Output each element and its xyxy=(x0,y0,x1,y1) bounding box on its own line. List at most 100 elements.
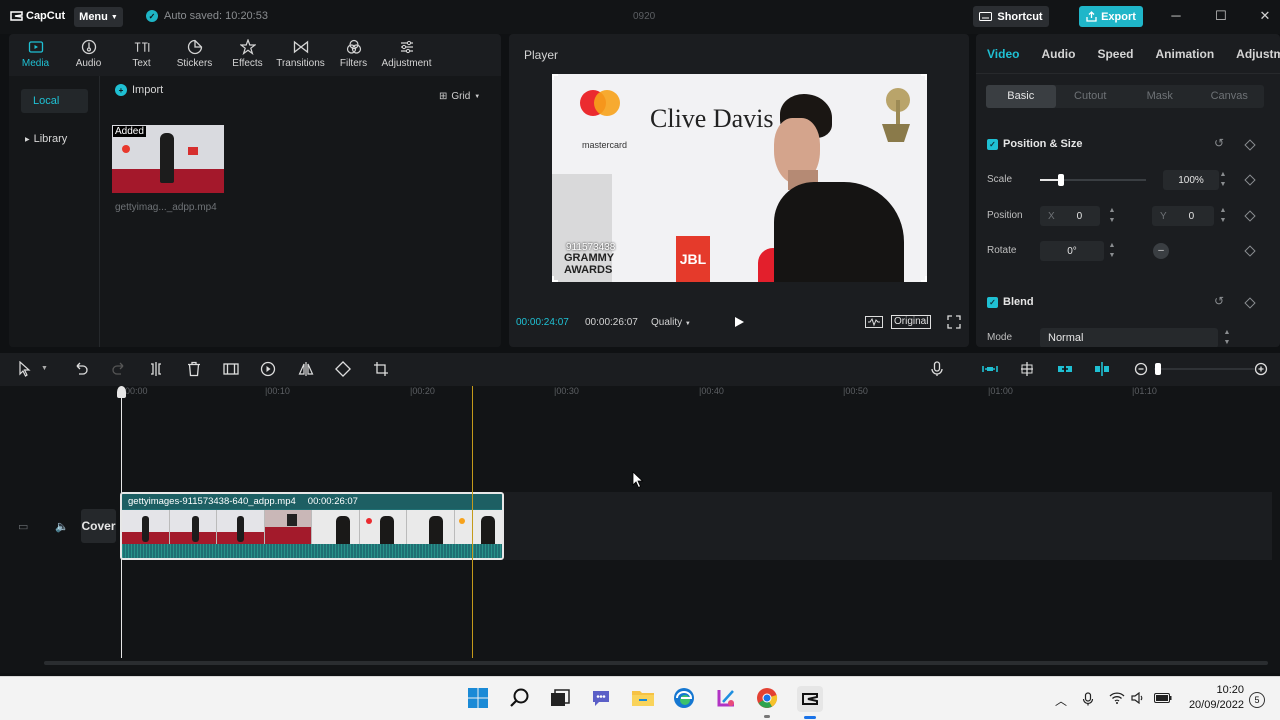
playhead-handle[interactable] xyxy=(117,386,126,398)
track-lock-icon[interactable]: ▭ xyxy=(18,520,28,533)
tool-stickers[interactable]: Stickers xyxy=(168,34,221,74)
capcut-taskbar-icon[interactable] xyxy=(797,686,823,719)
microphone-tray-icon[interactable] xyxy=(1082,692,1094,709)
view-toggle[interactable]: ⊞ Grid ▼ xyxy=(439,91,480,102)
reset-icon[interactable]: ↺ xyxy=(1214,294,1224,308)
scale-slider-knob[interactable] xyxy=(1058,174,1065,186)
video-preview[interactable]: mastercard Clive Davis GRAMMY AWARDS JBL… xyxy=(552,74,927,282)
subtab-canvas[interactable]: Canvas xyxy=(1195,85,1265,108)
sidebar-item-local[interactable]: Local xyxy=(21,89,88,113)
freeze-button[interactable] xyxy=(223,361,239,377)
reset-icon[interactable]: ↺ xyxy=(1214,136,1224,150)
project-name[interactable]: 0920 xyxy=(633,11,655,22)
volume-icon[interactable] xyxy=(1131,691,1145,707)
tool-text[interactable]: Text xyxy=(115,34,168,74)
tab-audio[interactable]: Audio xyxy=(1030,34,1086,73)
tool-audio[interactable]: Audio xyxy=(62,34,115,74)
main-track-magnet-button[interactable] xyxy=(982,361,998,377)
taskbar-clock[interactable]: 10:20 20/09/2022 xyxy=(1184,683,1244,713)
zoom-slider-knob[interactable] xyxy=(1155,363,1161,375)
keyframe-icon[interactable] xyxy=(1244,139,1256,151)
scale-slider[interactable] xyxy=(1040,174,1146,186)
crop-button[interactable] xyxy=(373,361,389,377)
split-button[interactable] xyxy=(148,361,164,377)
track-volume-icon[interactable]: 🔈 xyxy=(55,520,69,533)
mode-chevron-icon[interactable]: ▲ ▼ xyxy=(1222,328,1232,347)
keyframe-icon[interactable] xyxy=(1244,174,1256,186)
chevron-down-icon[interactable]: ▼ xyxy=(41,365,48,372)
position-y-input[interactable]: Y 0 xyxy=(1152,206,1214,226)
tab-adjustment[interactable]: Adjustm xyxy=(1225,34,1280,73)
edge-browser-icon[interactable] xyxy=(673,687,697,711)
tool-filters[interactable]: Filters xyxy=(327,34,380,74)
timeline-scrollbar[interactable] xyxy=(44,661,1268,665)
subtab-mask[interactable]: Mask xyxy=(1125,85,1195,108)
menu-button[interactable]: Menu ▼ xyxy=(74,7,123,27)
file-explorer-icon[interactable] xyxy=(631,687,655,711)
keyframe-icon[interactable] xyxy=(1244,245,1256,257)
tool-transitions[interactable]: Transitions xyxy=(274,34,327,74)
rotate-stepper[interactable]: ▲ ▼ xyxy=(1107,241,1117,261)
sidebar-item-library[interactable]: ▶ Library xyxy=(21,127,88,151)
zoom-in-button[interactable] xyxy=(1253,361,1269,377)
teams-chat-icon[interactable] xyxy=(590,687,614,711)
windows-start-icon[interactable] xyxy=(467,687,491,711)
tab-animation[interactable]: Animation xyxy=(1144,34,1225,73)
scale-stepper[interactable]: ▲ ▼ xyxy=(1218,170,1228,190)
position-size-section[interactable]: ✓ Position & Size xyxy=(987,138,1082,150)
tool-effects[interactable]: Effects xyxy=(221,34,274,74)
zoom-out-button[interactable] xyxy=(1133,361,1149,377)
redo-button[interactable] xyxy=(111,361,127,377)
minimize-button[interactable]: ─ xyxy=(1166,8,1186,23)
maximize-button[interactable]: ☐ xyxy=(1211,8,1231,24)
subtab-basic[interactable]: Basic xyxy=(986,85,1056,108)
position-x-stepper[interactable]: ▲ ▼ xyxy=(1107,206,1117,226)
search-icon[interactable] xyxy=(509,687,533,711)
tab-video[interactable]: Video xyxy=(976,34,1030,73)
snipping-tool-icon[interactable] xyxy=(715,687,739,711)
tool-media[interactable]: Media xyxy=(9,34,62,74)
play-button[interactable] xyxy=(733,316,745,328)
position-y-stepper[interactable]: ▲ ▼ xyxy=(1218,206,1228,226)
cover-button[interactable]: Cover xyxy=(81,509,116,543)
scale-input[interactable]: 100% xyxy=(1163,170,1219,190)
wifi-icon[interactable] xyxy=(1109,692,1125,707)
close-button[interactable]: ✕ xyxy=(1255,8,1275,24)
auto-snap-button[interactable] xyxy=(1019,361,1035,377)
preview-axis-button[interactable] xyxy=(1094,361,1110,377)
zoom-slider[interactable] xyxy=(1154,363,1262,375)
record-button[interactable] xyxy=(929,361,945,377)
rotate-button[interactable] xyxy=(335,361,351,377)
notification-badge[interactable]: 5 xyxy=(1249,692,1265,708)
quality-dropdown[interactable]: Quality ▼ xyxy=(651,317,691,328)
select-tool-button[interactable] xyxy=(17,360,33,377)
reverse-button[interactable] xyxy=(260,361,276,377)
undo-button[interactable] xyxy=(73,361,89,377)
keyframe-icon[interactable] xyxy=(1244,210,1256,222)
rotate-dial-icon[interactable]: – xyxy=(1153,243,1169,259)
original-ratio-button[interactable]: Original xyxy=(891,315,932,329)
subtab-cutout[interactable]: Cutout xyxy=(1056,85,1126,108)
rotate-input[interactable]: 0° xyxy=(1040,241,1104,261)
video-clip[interactable]: gettyimages-911573438-640_adpp.mp4 00:00… xyxy=(120,492,504,560)
chevron-up-icon[interactable]: ︿ xyxy=(1055,692,1067,709)
position-x-input[interactable]: X 0 xyxy=(1040,206,1100,226)
chrome-icon[interactable] xyxy=(756,687,780,718)
battery-icon[interactable] xyxy=(1154,692,1172,706)
playhead[interactable] xyxy=(121,390,122,658)
blend-mode-select[interactable]: Normal xyxy=(1040,328,1218,347)
keyframe-icon[interactable] xyxy=(1244,297,1256,309)
timeline[interactable]: 00:00 |00:10 |00:20 |00:30 |00:40 |00:50… xyxy=(0,386,1280,673)
delete-button[interactable] xyxy=(186,361,202,377)
shortcut-button[interactable]: Shortcut xyxy=(973,6,1049,27)
mirror-button[interactable] xyxy=(298,361,314,377)
task-view-icon[interactable] xyxy=(549,687,573,711)
tool-adjustment[interactable]: Adjustment xyxy=(380,34,433,74)
fullscreen-button[interactable] xyxy=(947,315,961,329)
waveform-button[interactable] xyxy=(865,316,883,328)
linkage-button[interactable] xyxy=(1057,361,1073,377)
blend-section[interactable]: ✓ Blend xyxy=(987,296,1034,308)
import-button[interactable]: + Import xyxy=(115,84,163,96)
tab-speed[interactable]: Speed xyxy=(1086,34,1144,73)
export-button[interactable]: Export xyxy=(1079,6,1143,27)
